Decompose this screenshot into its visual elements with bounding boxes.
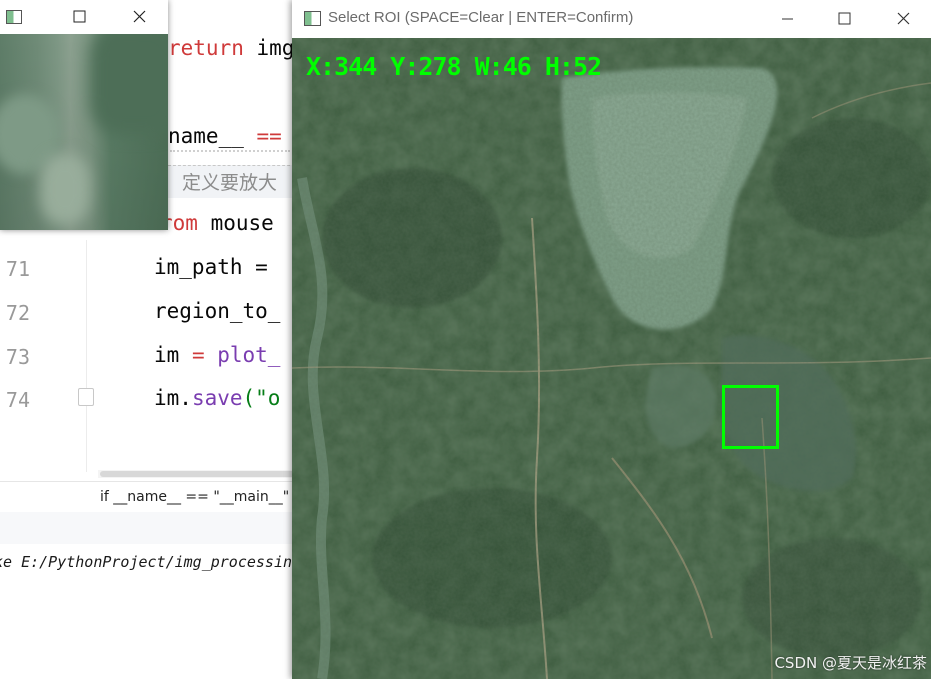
indent-guide (86, 240, 87, 472)
maximize-icon (73, 10, 86, 23)
run-panel-toolbar (0, 512, 300, 544)
line-number: 71 (5, 257, 30, 281)
app-icon (304, 11, 321, 26)
close-button[interactable] (881, 7, 927, 31)
maximize-button[interactable] (60, 5, 100, 29)
code-line-im-plot[interactable]: im = plot_ (154, 343, 280, 367)
select-roi-window: Select ROI (SPACE=Clear | ENTER=Confirm) (292, 0, 931, 679)
roi-selection-rectangle[interactable] (722, 385, 779, 449)
roi-coordinate-readout: X:344 Y:278 W:46 H:52 (306, 52, 602, 81)
console-command-line: ke E:/PythonProject/img_processin (0, 553, 293, 571)
fold-marker-icon[interactable] (78, 388, 94, 406)
code-comment[interactable]: 定义要放大 (182, 168, 277, 195)
code-line-return[interactable]: return img (168, 36, 294, 60)
close-icon (897, 12, 910, 25)
zoom-window-titlebar[interactable] (0, 0, 168, 34)
code-line-name-main[interactable]: name__ == (168, 124, 282, 148)
maximize-icon (838, 12, 851, 25)
satellite-image-canvas[interactable]: X:344 Y:278 W:46 H:52 CSDN @夏天是冰红茶 (292, 38, 931, 679)
roi-window-titlebar[interactable]: Select ROI (SPACE=Clear | ENTER=Confirm) (292, 0, 931, 38)
minimize-button[interactable] (764, 7, 810, 31)
watermark: CSDN @夏天是冰红茶 (774, 654, 927, 672)
close-button[interactable] (120, 5, 160, 29)
maximize-button[interactable] (821, 7, 867, 31)
line-number: 73 (5, 345, 30, 369)
line-number: 72 (5, 301, 30, 325)
app-icon (6, 10, 22, 24)
line-number: 74 (5, 388, 30, 412)
close-icon (133, 10, 146, 23)
minimize-icon (782, 18, 793, 20)
code-line-im-save[interactable]: im.save("o (154, 386, 280, 410)
code-line-import[interactable]: rom mouse (160, 211, 274, 235)
scrollbar-thumb[interactable] (100, 471, 296, 477)
breadcrumb[interactable]: if __name__ == "__main__" (100, 489, 289, 505)
satellite-image (292, 38, 931, 679)
code-line-region[interactable]: region_to_ (154, 299, 280, 323)
code-line-im-path[interactable]: im_path = (154, 255, 280, 279)
window-title: Select ROI (SPACE=Clear | ENTER=Confirm) (328, 9, 634, 26)
zoomed-region-image (0, 34, 168, 230)
zoom-preview-window (0, 0, 168, 230)
